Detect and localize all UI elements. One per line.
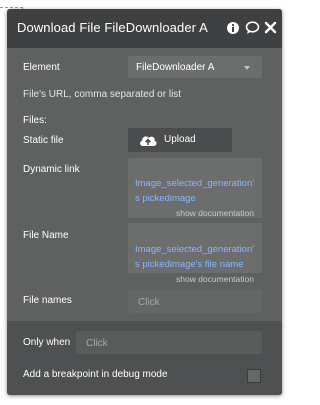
- file-names-label: File names: [23, 295, 72, 306]
- file-name-label: File Name: [23, 230, 69, 241]
- only-when-placeholder: Click: [86, 338, 108, 349]
- static-file-label: Static file: [23, 135, 64, 146]
- file-names-placeholder: Click: [138, 297, 160, 308]
- upload-button[interactable]: Upload: [128, 128, 232, 152]
- file-name-show-documentation[interactable]: show documentation: [176, 274, 254, 284]
- breakpoint-label: Add a breakpoint in debug mode: [23, 369, 168, 380]
- file-name-expression-line-1: Image_selected_generation': [135, 244, 255, 255]
- close-icon[interactable]: [264, 21, 277, 39]
- only-when-label: Only when: [23, 337, 71, 348]
- panel-header[interactable]: Download File FileDownloader A: [7, 9, 282, 48]
- file-name-expression-line-2: s pickedimage's file name: [135, 259, 244, 270]
- panel-title: Download File FileDownloader A: [17, 20, 208, 35]
- file-name-expression[interactable]: Image_selected_generation' s pickedimage…: [128, 223, 262, 273]
- chevron-down-icon: [244, 66, 250, 70]
- breakpoint-checkbox[interactable]: [247, 369, 261, 383]
- info-icon[interactable]: [226, 21, 240, 40]
- url-hint-text: File's URL, comma separated or list: [23, 89, 182, 100]
- element-dropdown[interactable]: FileDownloader A: [128, 56, 262, 78]
- dynamic-link-expression-line-2: s pickedimage: [135, 193, 196, 204]
- dynamic-link-show-documentation[interactable]: show documentation: [176, 208, 254, 218]
- comment-icon[interactable]: [245, 21, 260, 40]
- property-editor-panel: Download File FileDownloader A Element F…: [7, 9, 282, 395]
- upload-button-label: Upload: [164, 134, 196, 145]
- element-dropdown-value: FileDownloader A: [136, 62, 215, 73]
- condition-section: Only when Click Add a breakpoint in debu…: [7, 321, 282, 395]
- dynamic-link-label: Dynamic link: [23, 164, 80, 175]
- only-when-input[interactable]: Click: [76, 331, 262, 354]
- cloud-upload-icon: [138, 132, 158, 153]
- element-label: Element: [23, 62, 60, 73]
- files-heading: Files:: [23, 115, 47, 126]
- dynamic-link-expression-line-1: Image_selected_generation': [135, 178, 255, 189]
- file-names-input[interactable]: Click: [128, 290, 262, 313]
